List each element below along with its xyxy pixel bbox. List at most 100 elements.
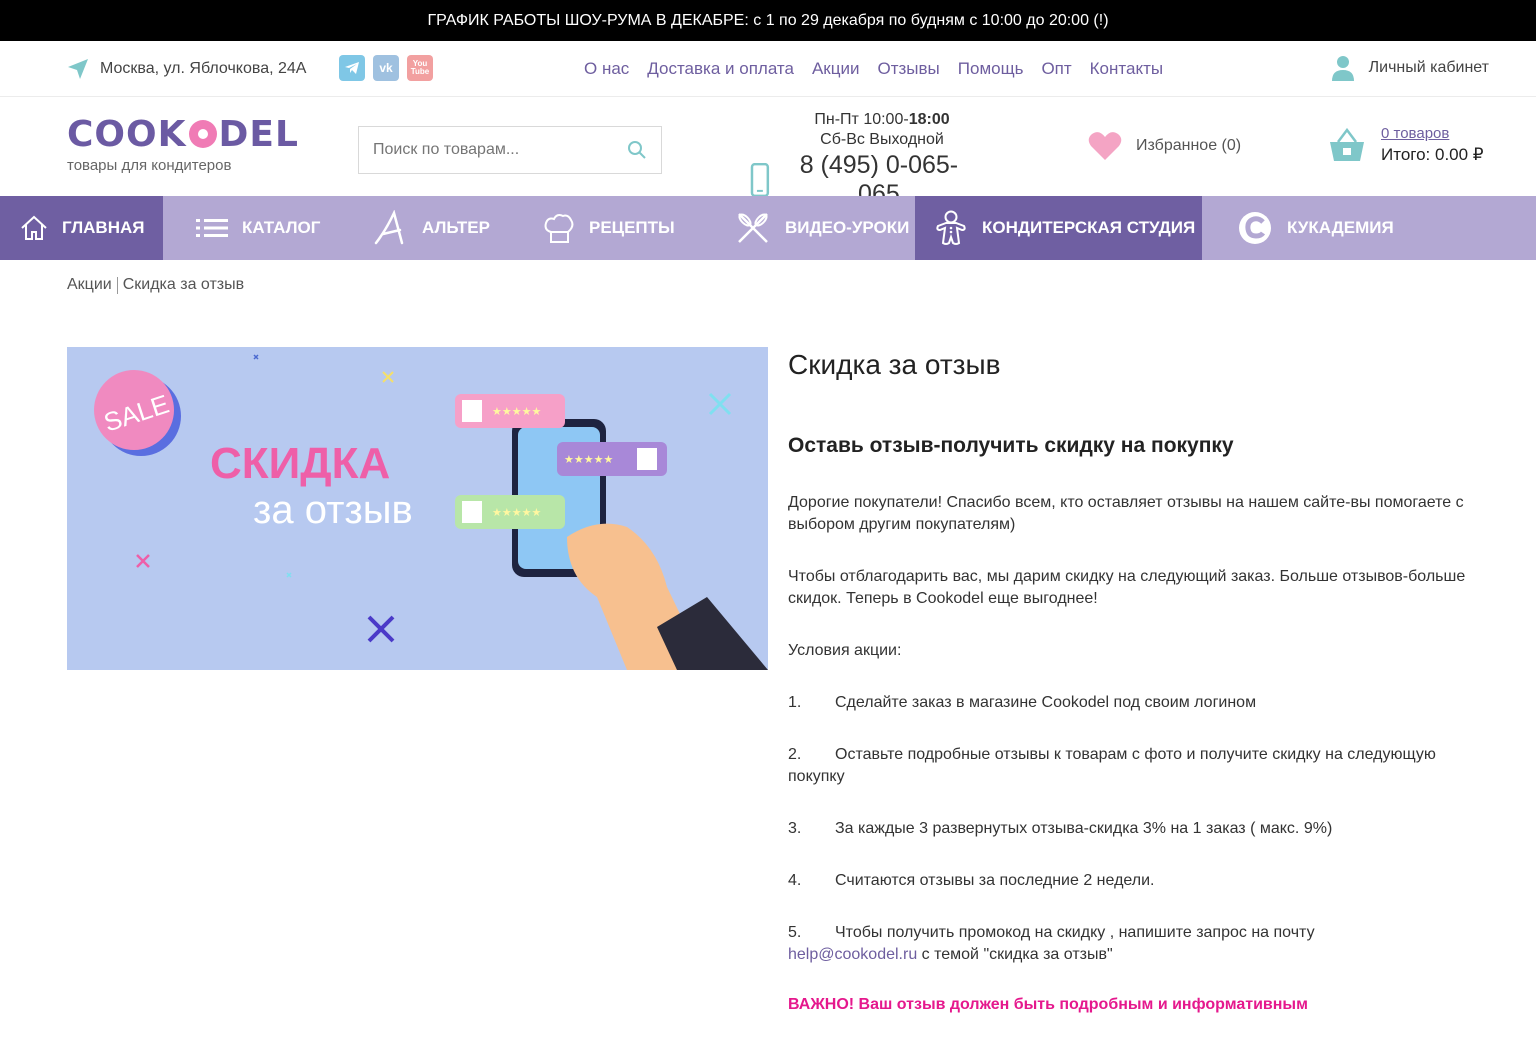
banner-subheadline: за отзыв [253,488,413,532]
list-item-text: Чтобы получить промокод на скидку , напи… [835,924,1315,941]
account-link[interactable]: Личный кабинет [1331,55,1489,81]
banner-illustration: SALE СКИДКА за отзыв ★★★★★ ★★★★★ ★★★★★ [94,354,768,670]
vk-glyph: vk [379,61,393,75]
promo-banner: SALE СКИДКА за отзыв ★★★★★ ★★★★★ ★★★★★ [67,347,768,670]
search-icon[interactable] [627,140,647,160]
nav-video-lessons-label: Видео-уроки [785,218,910,237]
weekday-close-time: 18:00 [908,111,950,128]
account-label: Личный кабинет [1368,59,1489,76]
cookademy-logo-icon [1239,212,1271,244]
site-header: COOK DEL товары для кондитеров Пн-Пт 10:0… [0,97,1536,208]
breadcrumb: Акции Скидка за отзыв [67,276,244,294]
nav-alter-label: Альтер [422,218,490,237]
store-address: Москва, ул. Яблочкова, 24А [66,57,306,81]
breadcrumb-promotions[interactable]: Акции [67,276,112,294]
list-item: 1. Сделайте заказ в магазине Cookodel под… [788,692,1488,714]
user-icon [1331,56,1354,81]
cart-count[interactable]: 0 товаров [1381,125,1484,142]
address-text: Москва, ул. Яблочкова, 24А [100,60,307,77]
list-item-number: 3. [788,820,802,837]
support-email-link[interactable]: help@cookodel.ru [788,946,917,963]
donut-icon [188,120,217,148]
whisk-icon [738,213,768,243]
location-arrow-icon [68,59,88,79]
nav-recipes-label: Рецепты [589,218,675,237]
email-subject-text: с темой "скидка за отзыв" [917,946,1113,963]
topnav-promotions[interactable]: Акции [812,59,860,79]
thanks-paragraph: Чтобы отблагодарить вас, мы дарим скидку… [788,568,1466,607]
nav-cookademy[interactable]: Кукадемия [1202,196,1456,260]
utility-bar: Москва, ул. Яблочкова, 24А vk You Tube О… [0,41,1536,97]
logo-wordmark: COOK DEL [67,115,299,155]
list-icon [196,219,228,237]
social-links: vk You Tube [339,55,433,81]
topnav-delivery[interactable]: Доставка и оплата [647,59,794,79]
weekday-hours: Пн-Пт 10:00-18:00 [750,111,978,129]
intro-paragraph: Дорогие покупатели! Спасибо всем, кто ос… [788,494,1464,533]
logo-right: DEL [218,114,299,155]
cart-widget[interactable]: 0 товаров Итого: 0.00 ₽ [1329,125,1484,165]
search-input[interactable] [373,141,627,159]
nav-video-lessons[interactable]: Видео-уроки [685,196,915,260]
breadcrumb-current: Скидка за отзыв [122,276,245,293]
chef-hat-icon [544,214,574,243]
breadcrumb-separator [116,276,118,294]
page-title: Скидка за отзыв [788,349,1001,380]
logo-left: COOK [67,114,187,155]
heart-icon [1088,132,1122,160]
search-box [358,126,662,174]
alter-logo-icon [374,210,404,245]
youtube-icon[interactable]: You Tube [407,55,433,81]
basket-icon [1330,128,1364,161]
topnav-contacts[interactable]: Контакты [1090,59,1163,79]
cart-total: Итого: 0.00 ₽ [1381,145,1484,164]
announcement-text: ГРАФИК РАБОТЫ ШОУ-РУМА В ДЕКАБРЕ: с 1 по… [427,11,1109,29]
list-item-number: 1. [788,694,802,711]
nav-home[interactable]: Главная [0,196,163,260]
svg-text:★★★★★: ★★★★★ [564,453,613,466]
favorites-link[interactable]: Избранное (0) [1088,131,1241,161]
list-item-text: Считаются отзывы за последние 2 недели. [835,872,1155,889]
nav-home-label: Главная [62,218,145,237]
list-item: 4. Считаются отзывы за последние 2 недели… [788,870,1488,892]
cart-summary: 0 товаров Итого: 0.00 ₽ [1381,125,1484,165]
topnav-wholesale[interactable]: Опт [1041,59,1071,79]
conditions-label: Условия акции: [788,642,902,659]
nav-studio[interactable]: Кондитерская студия [915,196,1202,260]
announcement-bar: ГРАФИК РАБОТЫ ШОУ-РУМА В ДЕКАБРЕ: с 1 по… [0,0,1536,41]
article-subtitle: Оставь отзыв-получить скидку на покупку [788,434,1234,457]
youtube-glyph: You Tube [410,59,430,76]
list-item-number: 2. [788,746,802,763]
list-item: 5. Чтобы получить промокод на скидку , на… [788,922,1488,966]
gingerbread-icon [936,210,966,245]
weekday-hours-label: Пн-Пт 10:00- [814,111,909,128]
important-notice: ВАЖНО! Ваш отзыв должен быть подробным и… [788,996,1308,1013]
logo-tagline: товары для кондитеров [67,157,232,174]
nav-catalog-label: Каталог [242,218,321,237]
list-item-text: Оставьте подробные отзывы к товарам с фо… [788,746,1436,785]
banner-headline: СКИДКА [210,439,390,488]
topnav-reviews[interactable]: Отзывы [877,59,939,79]
topnav-about[interactable]: О нас [584,59,629,79]
contact-block: Пн-Пт 10:00-18:00 Сб-Вс Выходной 8 (495)… [750,111,978,209]
nav-alter[interactable]: Альтер [340,196,508,260]
vk-icon[interactable]: vk [373,55,399,81]
list-item-text: Сделайте заказ в магазине Cookodel под с… [835,694,1257,711]
site-logo[interactable]: COOK DEL товары для кондитеров [67,115,299,175]
mobile-phone-icon [750,163,770,197]
nav-catalog[interactable]: Каталог [163,196,340,260]
favorites-label: Избранное (0) [1136,137,1242,154]
svg-text:★★★★★: ★★★★★ [492,405,541,418]
list-item-number: 4. [788,872,802,889]
nav-cookademy-label: Кукадемия [1287,218,1394,237]
nav-recipes[interactable]: Рецепты [508,196,685,260]
home-icon [21,215,47,240]
topnav-help[interactable]: Помощь [958,59,1024,79]
article-content: Скидка за отзыв Оставь отзыв-получить ск… [788,349,1488,1014]
telegram-icon[interactable] [339,55,365,81]
list-item: 3. За каждые 3 развернутых отзыва-скидка … [788,818,1488,840]
list-item-text: За каждые 3 развернутых отзыва-скидка 3%… [835,820,1333,837]
svg-text:★★★★★: ★★★★★ [492,506,541,519]
list-item-number: 5. [788,924,802,941]
nav-studio-label: Кондитерская студия [982,218,1196,237]
